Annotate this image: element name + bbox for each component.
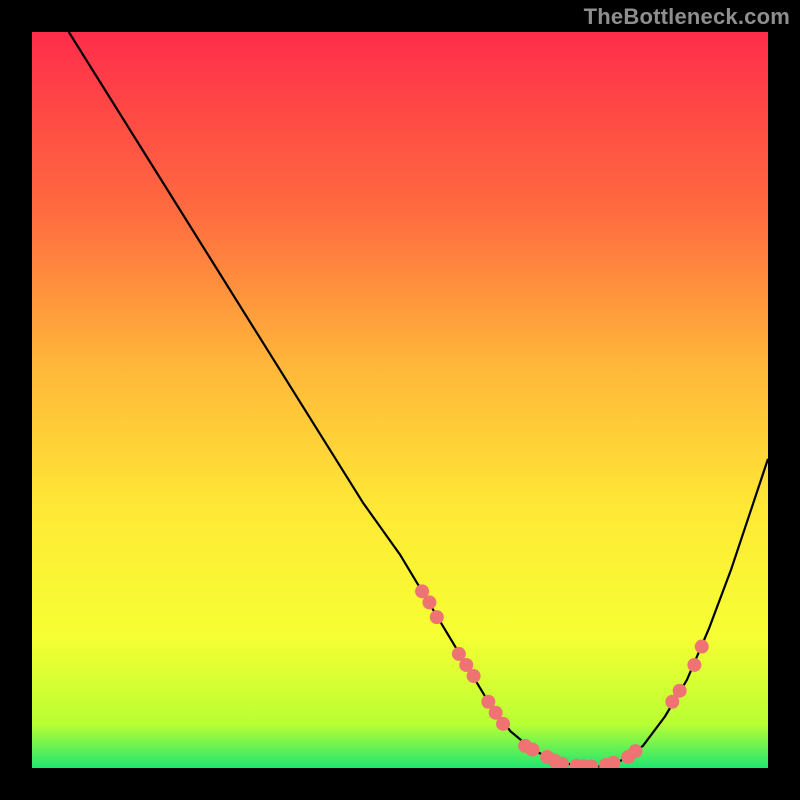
marker-dot — [422, 595, 436, 609]
marker-dot — [430, 610, 444, 624]
marker-dot — [673, 684, 687, 698]
marker-dot — [687, 658, 701, 672]
marker-dot — [695, 640, 709, 654]
bottleneck-chart — [32, 32, 768, 768]
frame: TheBottleneck.com — [0, 0, 800, 800]
chart-plot-area — [32, 32, 768, 768]
gradient-background — [32, 32, 768, 768]
marker-dot — [496, 717, 510, 731]
watermark-text: TheBottleneck.com — [584, 4, 790, 30]
marker-dot — [629, 744, 643, 758]
marker-dot — [467, 669, 481, 683]
marker-dot — [525, 743, 539, 757]
